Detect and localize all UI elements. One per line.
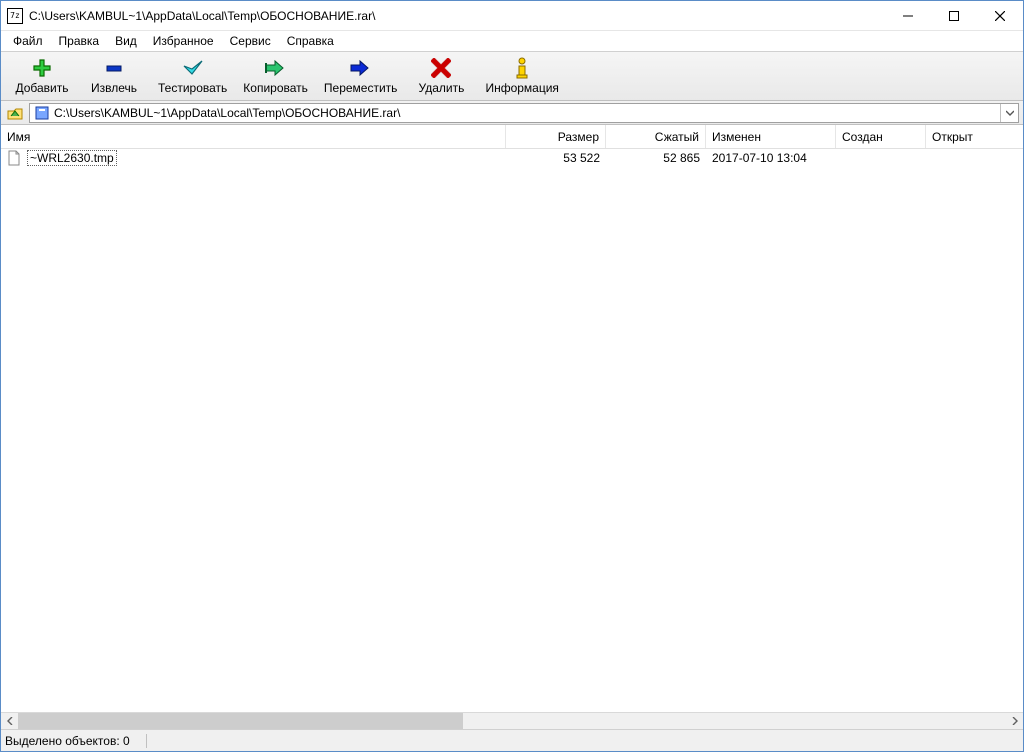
list-item[interactable]: ~WRL2630.tmp 53 522 52 865 2017-07-10 13… — [1, 149, 1023, 167]
address-dropdown-button[interactable] — [1000, 104, 1018, 122]
check-icon — [181, 57, 205, 79]
status-bar: Выделено объектов: 0 — [1, 729, 1023, 751]
app-window: 7z C:\Users\KAMBUL~1\AppData\Local\Temp\… — [0, 0, 1024, 752]
file-created — [836, 149, 926, 167]
window-controls — [885, 1, 1023, 30]
address-path: C:\Users\KAMBUL~1\AppData\Local\Temp\ОБО… — [54, 106, 400, 120]
file-size: 53 522 — [506, 149, 606, 167]
column-header-modified[interactable]: Изменен — [706, 125, 836, 148]
menu-edit[interactable]: Правка — [51, 32, 108, 50]
file-packed: 52 865 — [606, 149, 706, 167]
scroll-track[interactable] — [18, 713, 1006, 729]
minimize-button[interactable] — [885, 1, 931, 30]
horizontal-scrollbar[interactable] — [1, 712, 1023, 729]
column-header-packed[interactable]: Сжатый — [606, 125, 706, 148]
add-button[interactable]: Добавить — [7, 53, 77, 99]
move-label: Переместить — [324, 81, 398, 95]
menu-favorites[interactable]: Избранное — [145, 32, 222, 50]
window-title: C:\Users\KAMBUL~1\AppData\Local\Temp\ОБО… — [29, 9, 885, 23]
status-separator — [146, 734, 147, 748]
toolbar: Добавить Извлечь Тестировать Копировать … — [1, 51, 1023, 101]
column-header-size[interactable]: Размер — [506, 125, 606, 148]
scroll-left-button[interactable] — [1, 713, 18, 730]
file-name: ~WRL2630.tmp — [27, 150, 117, 166]
extract-button[interactable]: Извлечь — [79, 53, 149, 99]
info-button[interactable]: Информация — [478, 53, 565, 99]
file-modified: 2017-07-10 13:04 — [706, 149, 836, 167]
address-bar: C:\Users\KAMBUL~1\AppData\Local\Temp\ОБО… — [1, 101, 1023, 125]
move-arrow-icon — [348, 57, 374, 79]
maximize-button[interactable] — [931, 1, 977, 30]
file-list[interactable]: ~WRL2630.tmp 53 522 52 865 2017-07-10 13… — [1, 149, 1023, 712]
column-header-created[interactable]: Создан — [836, 125, 926, 148]
info-label: Информация — [485, 81, 558, 95]
delete-icon — [431, 57, 451, 79]
menu-bar: Файл Правка Вид Избранное Сервис Справка — [1, 31, 1023, 51]
copy-label: Копировать — [243, 81, 308, 95]
address-input[interactable]: C:\Users\KAMBUL~1\AppData\Local\Temp\ОБО… — [29, 103, 1019, 123]
up-folder-button[interactable] — [5, 103, 25, 123]
menu-help[interactable]: Справка — [279, 32, 342, 50]
column-header-row: Имя Размер Сжатый Изменен Создан Открыт — [1, 125, 1023, 149]
copy-arrow-icon — [263, 57, 289, 79]
info-icon — [513, 57, 531, 79]
close-button[interactable] — [977, 1, 1023, 30]
file-opened — [926, 149, 1011, 167]
delete-label: Удалить — [419, 81, 465, 95]
column-header-opened[interactable]: Открыт — [926, 125, 1011, 148]
test-label: Тестировать — [158, 81, 227, 95]
minus-icon — [103, 57, 125, 79]
delete-button[interactable]: Удалить — [406, 53, 476, 99]
archive-icon — [34, 105, 50, 121]
test-button[interactable]: Тестировать — [151, 53, 234, 99]
add-label: Добавить — [15, 81, 68, 95]
menu-view[interactable]: Вид — [107, 32, 145, 50]
title-bar: 7z C:\Users\KAMBUL~1\AppData\Local\Temp\… — [1, 1, 1023, 31]
column-header-name[interactable]: Имя — [1, 125, 506, 148]
plus-icon — [31, 57, 53, 79]
file-icon — [7, 150, 23, 166]
scroll-right-button[interactable] — [1006, 713, 1023, 730]
copy-button[interactable]: Копировать — [236, 53, 315, 99]
extract-label: Извлечь — [91, 81, 137, 95]
scroll-thumb[interactable] — [18, 713, 463, 729]
status-selection: Выделено объектов: 0 — [5, 730, 140, 751]
move-button[interactable]: Переместить — [317, 53, 405, 99]
app-icon: 7z — [7, 8, 23, 24]
menu-tools[interactable]: Сервис — [222, 32, 279, 50]
menu-file[interactable]: Файл — [5, 32, 51, 50]
